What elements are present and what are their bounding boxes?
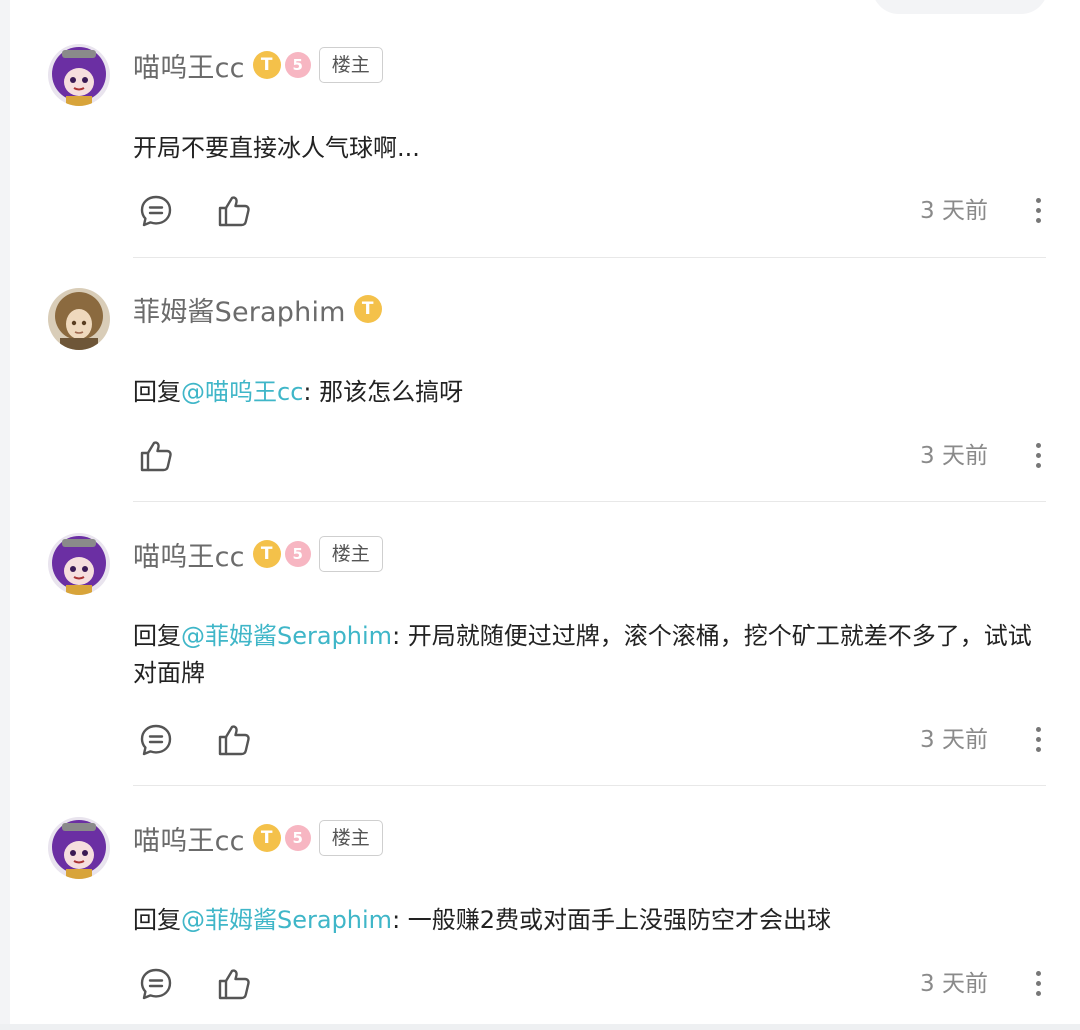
gold-coin-badge-icon [252,824,281,852]
username[interactable]: 喵呜王cc [133,535,245,574]
purple-hair-avatar-icon [48,44,110,106]
reply-prefix: 回复 [133,378,181,406]
comment-content: : 一般赚2费或对面手上没强防空才会出球 [392,906,832,934]
comment-text: 开局不要直接冰人气球啊... [133,130,1038,167]
comment-bubble-icon [140,968,172,1000]
top-pill-button[interactable] [872,0,1048,14]
pink-badge-icon [284,541,311,567]
comment-content: : 那该怎么搞呀 [303,378,464,406]
op-tag: 楼主 [318,536,383,572]
avatar[interactable] [48,817,110,879]
reply-button[interactable] [133,717,179,763]
pink-badge-icon [284,52,311,78]
avatar[interactable] [48,44,110,106]
username[interactable]: 喵呜王cc [133,46,245,85]
timestamp: 3 天前 [920,443,988,469]
comment-header: 喵呜王cc 楼主 [133,45,383,85]
comment-header: 菲姆酱Seraphim [133,289,382,329]
gold-coin-badge-icon [353,295,382,323]
purple-hair-avatar-icon [48,533,110,595]
username[interactable]: 菲姆酱Seraphim [133,290,346,329]
divider [133,257,1046,258]
mention-link[interactable]: @喵呜王cc [181,378,303,406]
comment-bubble-icon [140,724,172,756]
op-tag: 楼主 [318,47,383,83]
mention-link[interactable]: @菲姆酱Seraphim [181,906,392,934]
avatar[interactable] [48,288,110,350]
comment-bubble-icon [140,195,172,227]
reply-prefix: 回复 [133,622,181,650]
comment-content: 开局不要直接冰人气球啊... [133,134,420,162]
more-options-button[interactable] [1028,721,1048,759]
like-button[interactable] [211,961,257,1007]
thumbs-up-icon [218,969,250,1000]
timestamp: 3 天前 [920,971,988,997]
like-button[interactable] [211,188,257,234]
timestamp: 3 天前 [920,198,988,224]
thumbs-up-icon [218,196,250,227]
pink-badge-icon [284,825,311,851]
left-rail [0,0,10,1030]
reply-button[interactable] [133,961,179,1007]
username[interactable]: 喵呜王cc [133,819,245,858]
timestamp: 3 天前 [920,727,988,753]
op-tag: 楼主 [318,820,383,856]
like-button[interactable] [133,433,179,479]
reply-button[interactable] [133,188,179,234]
comment-header: 喵呜王cc 楼主 [133,534,383,574]
gold-coin-badge-icon [252,540,281,568]
avatar[interactable] [48,533,110,595]
comment-actions: 3 天前 [133,717,1048,763]
comment-header: 喵呜王cc 楼主 [133,818,383,858]
like-button[interactable] [211,717,257,763]
comment-text: 回复@菲姆酱Seraphim: 开局就随便过过牌，滚个滚桶，挖个矿工就差不多了，… [133,618,1038,692]
mention-link[interactable]: @菲姆酱Seraphim [181,622,392,650]
brown-hair-avatar-icon [48,288,110,350]
thumbs-up-icon [140,441,172,472]
bottom-bar [0,1024,1080,1030]
more-options-button[interactable] [1028,192,1048,230]
reply-prefix: 回复 [133,906,181,934]
comment-actions: 3 天前 [133,433,1048,479]
comment-text: 回复@菲姆酱Seraphim: 一般赚2费或对面手上没强防空才会出球 [133,902,1038,939]
gold-coin-badge-icon [252,51,281,79]
comment-actions: 3 天前 [133,188,1048,234]
divider [133,501,1046,502]
comment-text: 回复@喵呜王cc: 那该怎么搞呀 [133,374,1038,411]
divider [133,785,1046,786]
purple-hair-avatar-icon [48,817,110,879]
comment-actions: 3 天前 [133,961,1048,1007]
more-options-button[interactable] [1028,437,1048,475]
thumbs-up-icon [218,725,250,756]
more-options-button[interactable] [1028,965,1048,1003]
